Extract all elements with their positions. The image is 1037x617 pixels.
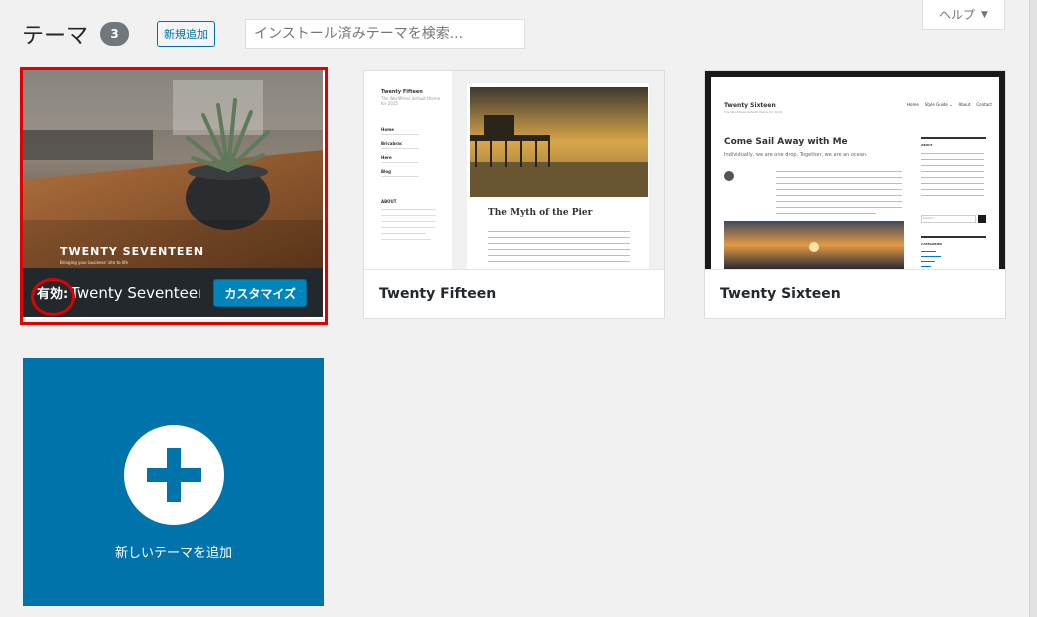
theme-screenshot[interactable]: TWENTY SEVENTEEN Bringing your business'… (23, 70, 323, 268)
plus-icon (124, 425, 224, 525)
theme-card-twenty-sixteen[interactable]: Twenty Sixteen The WordPress default the… (704, 70, 1006, 319)
page-header: テーマ 3 新規追加 (22, 18, 526, 50)
add-new-button[interactable]: 新規追加 (157, 21, 216, 47)
screenshot-site-desc: The WordPress default theme for 2016 (724, 110, 782, 114)
screenshot-nav: Home Style Guide ⌄ About Contact (907, 102, 992, 108)
theme-card-twenty-seventeen[interactable]: TWENTY SEVENTEEN Bringing your business'… (23, 70, 325, 319)
screenshot-nav-item: Style Guide ⌄ (924, 102, 953, 107)
theme-name: Twenty Fifteen (379, 286, 497, 302)
screenshot-post-subtitle: Individually, we are one drop. Together,… (724, 152, 868, 158)
screenshot-about-heading: ABOUT (381, 199, 397, 204)
screenshot-nav-item: About (958, 102, 971, 107)
screenshot-widget-categories: CATEGORIES (921, 242, 943, 246)
screenshot-site-title: Twenty Sixteen (724, 102, 776, 109)
customize-button[interactable]: カスタマイズ (213, 279, 307, 307)
screenshot-menu-item: Home (381, 127, 394, 132)
help-label: ヘルプ (939, 8, 976, 22)
screenshot-search-field: Search... (923, 216, 937, 220)
screenshot-post-title: The Myth of the Pier (488, 208, 593, 218)
page-title: テーマ (22, 24, 89, 49)
screenshot-post-title: Come Sail Away with Me (724, 137, 848, 147)
screenshot-nav-item: Contact (976, 102, 992, 107)
plant-photo-image (23, 70, 323, 268)
theme-screenshot[interactable]: Twenty Fifteen The WordPress default the… (364, 71, 664, 269)
ocean-sunset-image (724, 221, 904, 269)
theme-name: Twenty Seventeen (70, 283, 201, 302)
screenshot-site-title: TWENTY SEVENTEEN (60, 245, 205, 258)
screenshot-menu-item: Here (381, 155, 392, 160)
vertical-scrollbar[interactable] (1029, 0, 1037, 617)
screenshot-site-title: Twenty Fifteen (381, 89, 423, 95)
add-new-theme-label: 新しいテーマを追加 (114, 546, 232, 561)
help-tab-button[interactable]: ヘルプ ▼ (922, 0, 1005, 30)
screenshot-site-desc: The WordPress default theme for 2015 (381, 96, 441, 106)
caret-down-icon: ▼ (981, 9, 988, 20)
active-label-annotation-circle (31, 278, 75, 316)
search-input[interactable] (245, 19, 526, 49)
theme-name: Twenty Sixteen (720, 286, 841, 302)
add-new-theme-card[interactable]: 新しいテーマを追加 (23, 358, 324, 606)
theme-count-badge: 3 (100, 22, 130, 46)
screenshot-tagline: Bringing your business' site to life (60, 260, 128, 265)
pier-sunset-image (470, 87, 648, 197)
screenshot-widget-about: ABOUT (921, 143, 933, 147)
screenshot-nav-item: Home (907, 102, 919, 107)
screenshot-menu-item: Blog (381, 169, 392, 174)
theme-card-twenty-fifteen[interactable]: Twenty Fifteen The WordPress default the… (363, 70, 665, 319)
screenshot-menu-item: Bricabrac (381, 141, 403, 146)
theme-screenshot[interactable]: Twenty Sixteen The WordPress default the… (705, 71, 1005, 269)
theme-name-bar: Twenty Sixteen (705, 269, 1005, 318)
theme-name-bar: Twenty Fifteen (364, 269, 664, 318)
